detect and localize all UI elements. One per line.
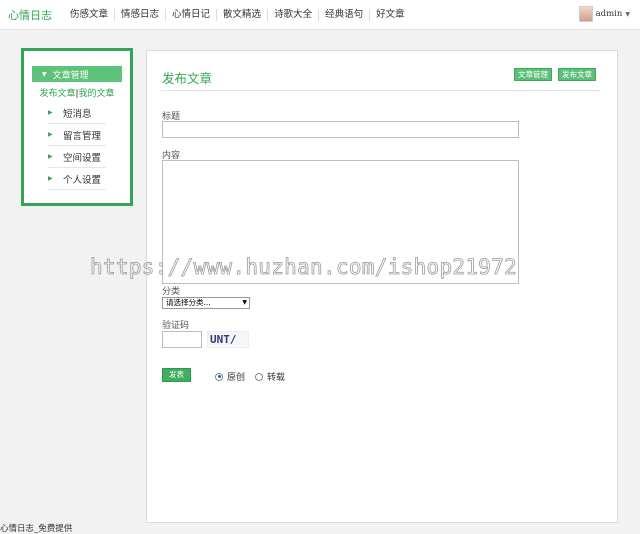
nav-link[interactable]: 散文精选 xyxy=(216,9,267,21)
chevron-down-icon: ▼ xyxy=(625,10,630,18)
radio-original[interactable]: 原创 xyxy=(215,370,245,383)
article-management-button[interactable]: 文章管理 xyxy=(514,68,552,81)
sidebar-item-personal-settings[interactable]: ▶ 个人设置 xyxy=(48,168,106,190)
sidebar-item-label: 空间设置 xyxy=(63,152,102,164)
submit-button[interactable]: 发表 xyxy=(162,368,191,382)
main-nav: 伤感文章 情感日志 心情日记 散文精选 诗歌大全 经典语句 好文章 xyxy=(64,0,411,30)
nav-link[interactable]: 情感日志 xyxy=(114,9,165,21)
sidebar-item-label: 留言管理 xyxy=(63,130,102,142)
sidebar: ▼ 文章管理 发布文章|我的文章 ▶ 短消息 ▶ 留言管理 ▶ 空间设置 ▶ 个… xyxy=(21,48,133,206)
radio-repost[interactable]: 转载 xyxy=(255,370,285,383)
sidebar-item-comments[interactable]: ▶ 留言管理 xyxy=(48,124,106,146)
publish-article-link[interactable]: 发布文章 xyxy=(39,89,75,99)
sidebar-item-label: 个人设置 xyxy=(63,174,102,186)
site-logo[interactable]: 心情日志 xyxy=(8,7,52,23)
my-articles-link[interactable]: 我的文章 xyxy=(79,89,115,99)
radio-label: 转载 xyxy=(267,373,286,383)
category-label: 分类 xyxy=(162,287,181,297)
sidebar-item-space-settings[interactable]: ▶ 空间设置 xyxy=(48,146,106,168)
footer-text: 心情日志_免费提供 xyxy=(0,524,73,534)
user-menu[interactable]: admin ▼ xyxy=(578,6,630,22)
publish-article-panel: 发布文章 文章管理 发布文章 标题 内容 分类 请选择分类... ▼ 验证码 U… xyxy=(146,50,618,523)
chevron-right-icon: ▶ xyxy=(48,175,53,182)
sidebar-menu: ▶ 短消息 ▶ 留言管理 ▶ 空间设置 ▶ 个人设置 xyxy=(48,102,106,190)
nav-link[interactable]: 伤感文章 xyxy=(64,9,114,21)
divider xyxy=(161,90,601,91)
sidebar-item-label: 短消息 xyxy=(63,108,92,120)
radio-dot-selected xyxy=(215,372,223,381)
category-select[interactable]: 请选择分类... ▼ xyxy=(162,297,250,309)
watermark-text: https://www.huzhan.com/ishop21972 xyxy=(90,255,518,280)
radio-label: 原创 xyxy=(227,373,246,383)
chevron-right-icon: ▶ xyxy=(48,131,53,138)
captcha-image[interactable]: UNT/ xyxy=(207,331,249,348)
title-input[interactable] xyxy=(162,121,519,138)
category-select-value: 请选择分类... xyxy=(166,298,211,307)
top-nav-bar: 心情日志 伤感文章 情感日志 心情日记 散文精选 诗歌大全 经典语句 好文章 a… xyxy=(0,0,640,30)
avatar xyxy=(578,6,593,22)
nav-link[interactable]: 心情日记 xyxy=(165,9,216,21)
nav-link[interactable]: 好文章 xyxy=(369,9,411,21)
captcha-input[interactable] xyxy=(162,331,202,348)
chevron-down-icon: ▼ xyxy=(42,70,47,78)
user-name: admin xyxy=(595,9,623,19)
sidebar-sub-links: 发布文章|我的文章 xyxy=(24,86,130,99)
sidebar-section-label: 文章管理 xyxy=(52,70,89,81)
radio-dot xyxy=(255,372,263,381)
chevron-right-icon: ▶ xyxy=(48,109,53,116)
captcha-label: 验证码 xyxy=(162,321,190,331)
chevron-right-icon: ▶ xyxy=(48,153,53,160)
nav-link[interactable]: 诗歌大全 xyxy=(267,9,318,21)
page-title: 发布文章 xyxy=(162,71,213,86)
publish-article-button[interactable]: 发布文章 xyxy=(558,68,596,81)
nav-link[interactable]: 经典语句 xyxy=(318,9,369,21)
dropdown-arrow-icon: ▼ xyxy=(242,299,247,306)
sidebar-section-article-management[interactable]: ▼ 文章管理 xyxy=(32,66,122,82)
sidebar-item-messages[interactable]: ▶ 短消息 xyxy=(48,102,106,124)
